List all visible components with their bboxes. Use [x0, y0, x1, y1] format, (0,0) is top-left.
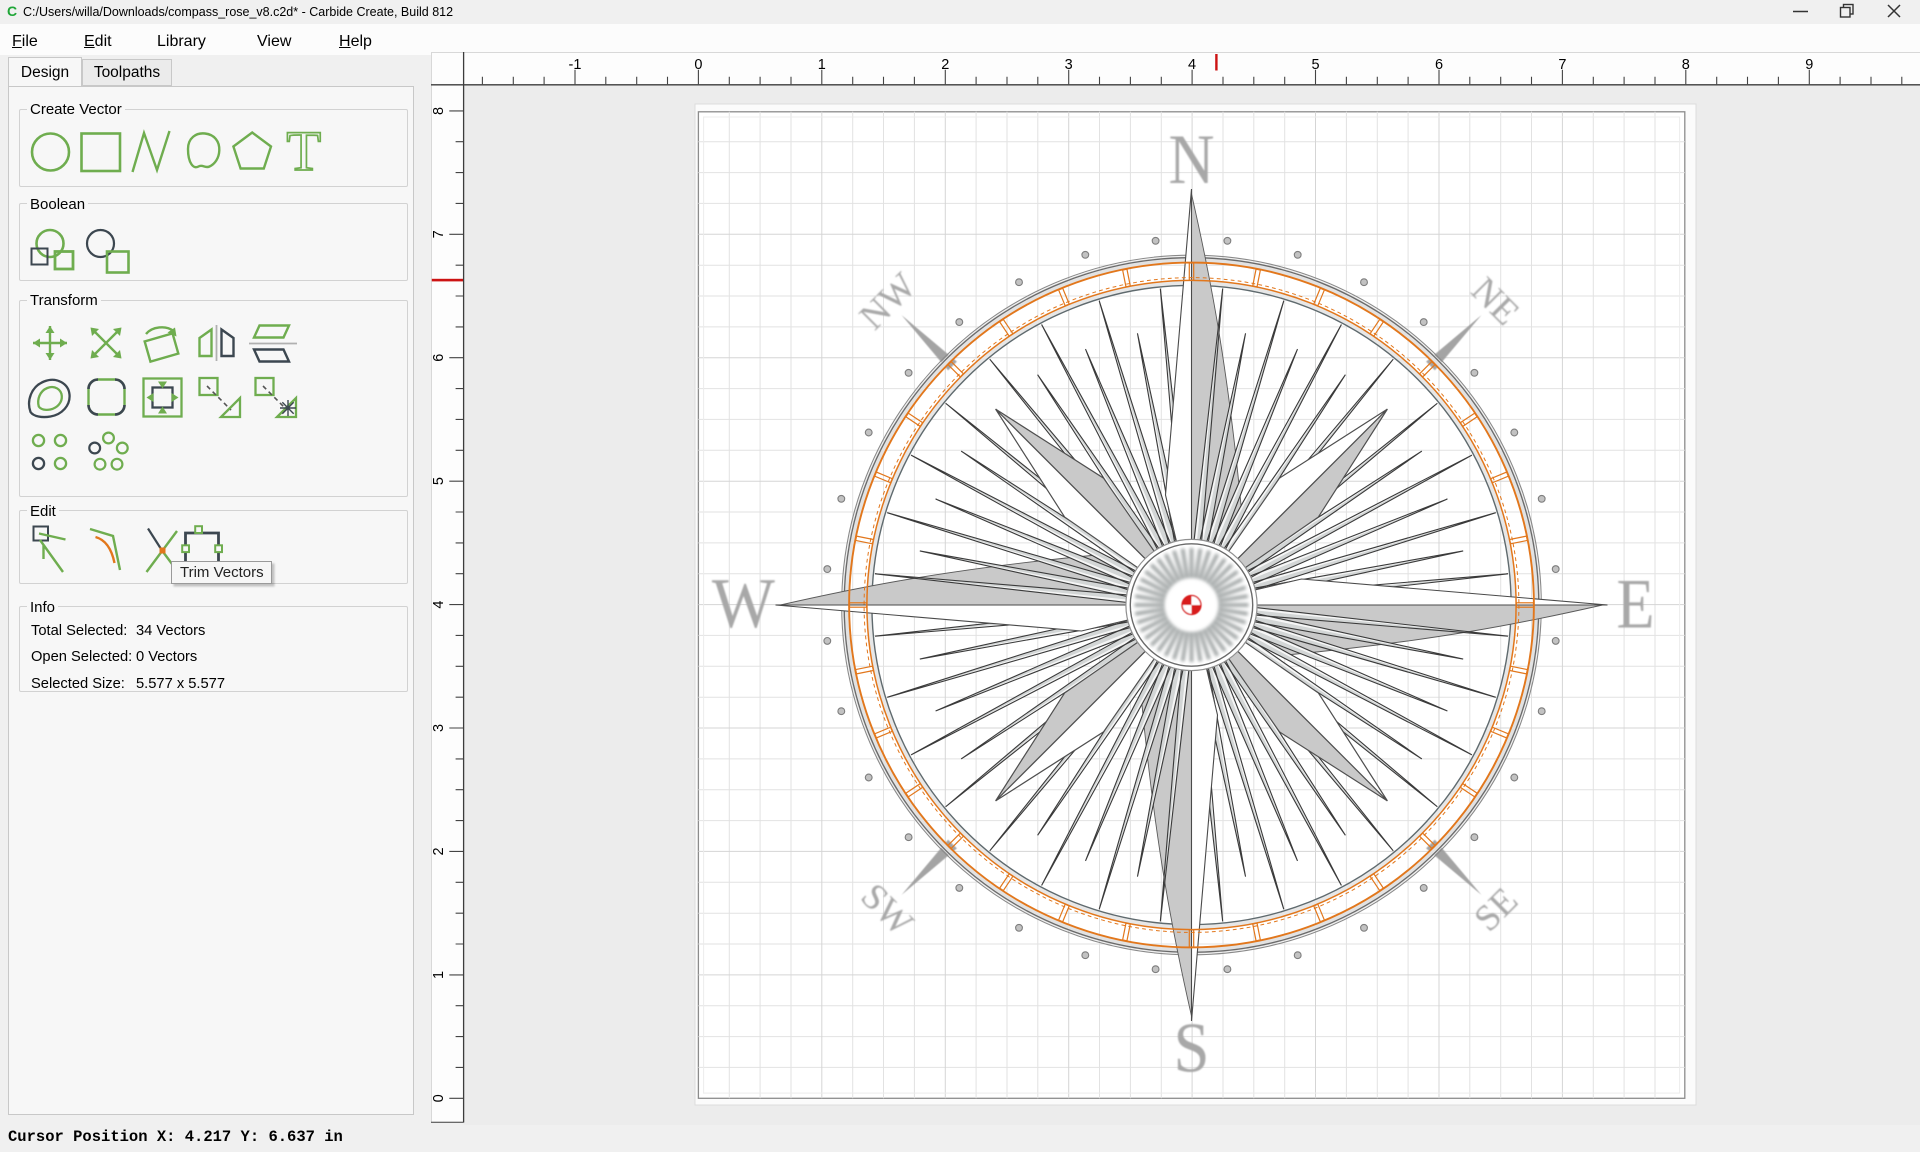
svg-text:3: 3 [1065, 57, 1073, 73]
svg-text:4: 4 [1188, 57, 1196, 73]
svg-text:5: 5 [1312, 57, 1320, 73]
svg-text:1: 1 [431, 971, 447, 979]
svg-text:2: 2 [431, 847, 447, 855]
svg-text:1: 1 [818, 57, 826, 73]
svg-text:4: 4 [431, 601, 447, 609]
svg-text:8: 8 [431, 107, 447, 115]
svg-text:3: 3 [431, 724, 447, 732]
svg-text:E: E [1617, 566, 1655, 644]
svg-text:5: 5 [431, 477, 447, 485]
svg-text:8: 8 [1682, 57, 1690, 73]
svg-text:S: S [1174, 1009, 1210, 1087]
svg-text:N: N [1169, 121, 1215, 199]
svg-text:6: 6 [431, 354, 447, 362]
svg-text:SE: SE [1467, 880, 1527, 940]
svg-text:2: 2 [941, 57, 949, 73]
svg-text:W: W [712, 565, 775, 643]
svg-text:0: 0 [694, 57, 702, 73]
svg-text:NE: NE [1463, 270, 1527, 334]
svg-text:NW: NW [852, 265, 925, 338]
svg-text:7: 7 [1558, 57, 1566, 73]
svg-text:6: 6 [1435, 57, 1443, 73]
svg-text:9: 9 [1805, 57, 1813, 73]
svg-text:0: 0 [431, 1094, 447, 1102]
svg-text:7: 7 [431, 230, 447, 238]
svg-text:SW: SW [853, 876, 921, 944]
svg-text:-1: -1 [569, 57, 582, 73]
